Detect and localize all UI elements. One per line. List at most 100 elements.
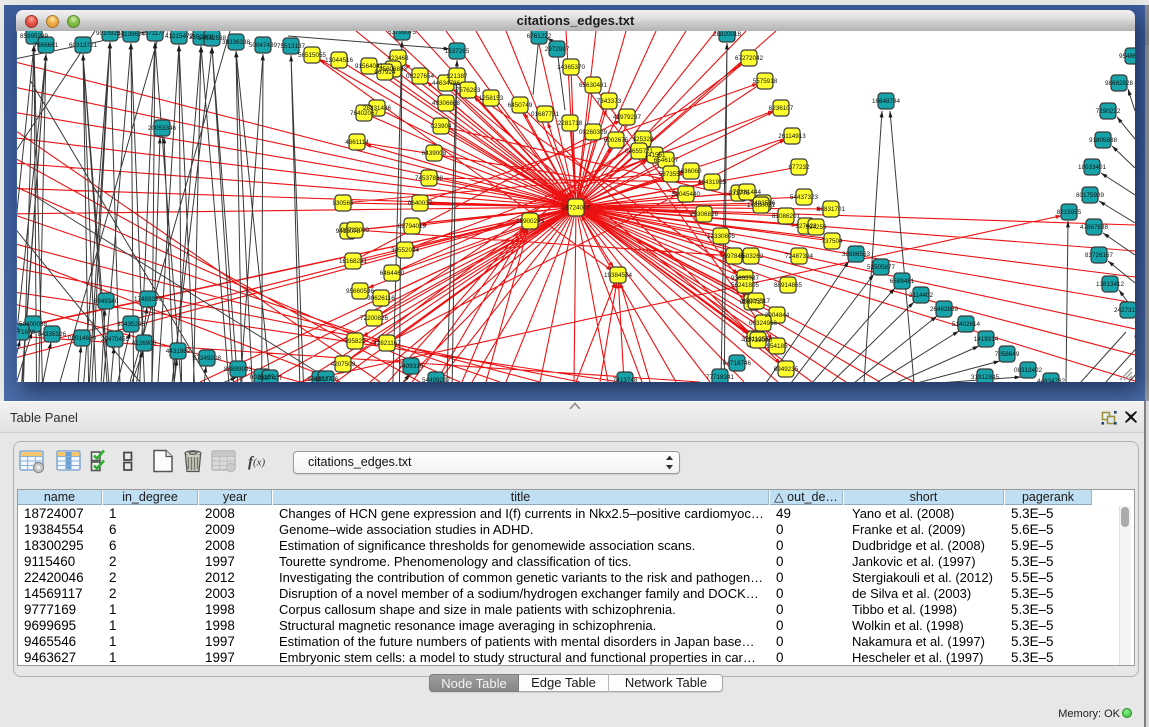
svg-text:7866661: 7866661 <box>34 42 59 49</box>
svg-text:80175989: 80175989 <box>1076 192 1105 199</box>
svg-text:5503262: 5503262 <box>739 253 764 260</box>
svg-text:59045440: 59045440 <box>672 191 701 198</box>
svg-text:00324966: 00324966 <box>749 320 778 327</box>
svg-text:125328: 125328 <box>632 136 654 143</box>
svg-text:26462889: 26462889 <box>930 306 959 313</box>
svg-text:6236107: 6236107 <box>769 105 794 112</box>
svg-text:995822: 995822 <box>344 338 366 345</box>
svg-text:31912845: 31912845 <box>971 374 1000 381</box>
svg-text:24273167: 24273167 <box>1114 307 1135 314</box>
svg-text:65925517: 65925517 <box>742 298 771 305</box>
svg-text:77718341: 77718341 <box>706 374 735 381</box>
svg-text:6450749: 6450749 <box>508 102 533 109</box>
svg-text:4431982: 4431982 <box>166 348 191 355</box>
svg-text:08227654: 08227654 <box>406 73 435 80</box>
svg-text:65630481: 65630481 <box>579 82 608 89</box>
svg-text:6439008: 6439008 <box>422 150 447 157</box>
svg-text:7290222: 7290222 <box>1096 108 1121 115</box>
svg-text:67272042: 67272042 <box>735 55 764 62</box>
svg-text:72200826: 72200826 <box>360 315 389 322</box>
svg-text:98682828: 98682828 <box>1105 80 1134 87</box>
svg-text:54499207: 54499207 <box>422 377 451 382</box>
svg-text:82889093: 82889093 <box>224 366 253 373</box>
svg-text:19384554: 19384554 <box>604 272 633 279</box>
svg-text:02014620: 02014620 <box>68 335 97 342</box>
svg-text:29306826: 29306826 <box>690 211 719 218</box>
svg-text:28820018: 28820018 <box>713 31 742 38</box>
svg-text:95660536: 95660536 <box>346 288 375 295</box>
svg-text:13613412: 13613412 <box>1096 281 1125 288</box>
svg-text:3114402: 3114402 <box>909 292 934 299</box>
svg-text:16648784: 16648784 <box>872 98 901 105</box>
svg-text:2281718: 2281718 <box>558 120 583 127</box>
svg-text:1637265: 1637265 <box>445 48 470 55</box>
svg-text:6002675: 6002675 <box>604 137 629 144</box>
svg-text:09260309: 09260309 <box>579 129 608 136</box>
svg-text:81086201: 81086201 <box>772 213 801 220</box>
svg-text:17483380: 17483380 <box>134 296 163 303</box>
svg-text:30435205: 30435205 <box>117 321 146 328</box>
svg-text:423468: 423468 <box>387 55 409 62</box>
svg-text:677232: 677232 <box>788 164 810 171</box>
svg-text:54437323: 54437323 <box>790 194 819 201</box>
svg-text:954185: 954185 <box>766 343 788 350</box>
svg-text:12330805: 12330805 <box>707 233 736 240</box>
svg-text:7576283: 7576283 <box>456 87 481 94</box>
svg-text:4861114: 4861114 <box>345 139 369 146</box>
svg-text:44634786: 44634786 <box>432 80 461 87</box>
svg-text:82794019: 82794019 <box>398 223 427 230</box>
svg-text:85995289: 85995289 <box>20 33 49 40</box>
svg-text:51505877: 51505877 <box>867 264 896 271</box>
svg-text:88914865: 88914865 <box>774 282 803 289</box>
svg-text:6464460: 6464460 <box>380 270 405 277</box>
svg-text:6849340: 6849340 <box>94 298 119 305</box>
svg-text:221387: 221387 <box>446 73 468 80</box>
svg-text:17880021: 17880021 <box>747 202 776 209</box>
svg-text:0640037: 0640037 <box>408 200 433 207</box>
svg-text:737504: 737504 <box>821 238 843 245</box>
svg-text:30552034: 30552034 <box>391 247 420 254</box>
svg-text:95486205: 95486205 <box>1119 53 1135 60</box>
svg-text:20053346: 20053346 <box>148 125 177 132</box>
svg-text:023904: 023904 <box>430 123 452 130</box>
svg-text:56515055: 56515055 <box>298 52 327 59</box>
svg-text:32686563: 32686563 <box>842 251 871 258</box>
svg-text:04718746: 04718746 <box>723 360 752 367</box>
svg-text:6949235: 6949235 <box>774 366 799 373</box>
svg-text:72487394: 72487394 <box>785 253 814 260</box>
svg-text:10431955: 10431955 <box>698 179 727 186</box>
svg-text:15900293: 15900293 <box>516 218 545 225</box>
svg-text:75513137: 75513137 <box>277 43 306 50</box>
svg-text:84335326: 84335326 <box>38 331 67 338</box>
svg-text:14365370: 14365370 <box>557 64 586 71</box>
svg-text:6589481: 6589481 <box>890 278 915 285</box>
svg-text:42821167: 42821167 <box>373 340 401 347</box>
svg-text:50400088: 50400088 <box>19 321 48 328</box>
svg-text:(x): (x) <box>253 457 266 469</box>
svg-text:636060: 636060 <box>680 168 702 175</box>
svg-text:4333776: 4333776 <box>314 376 339 382</box>
svg-text:1419314: 1419314 <box>974 336 999 343</box>
svg-text:13044516: 13044516 <box>325 57 354 64</box>
svg-text:41979237: 41979237 <box>613 114 642 121</box>
svg-text:6546107: 6546107 <box>654 157 679 164</box>
svg-text:08312402: 08312402 <box>1014 367 1043 374</box>
svg-text:76402067: 76402067 <box>350 110 379 117</box>
svg-text:7409319: 7409319 <box>399 363 424 370</box>
svg-text:01687731: 01687731 <box>531 111 560 118</box>
svg-text:2904844: 2904844 <box>765 312 790 319</box>
svg-text:1258153: 1258153 <box>479 95 504 102</box>
svg-text:93665787: 93665787 <box>731 275 760 282</box>
svg-text:50047439: 50047439 <box>249 42 278 49</box>
svg-text:4207509: 4207509 <box>331 361 356 368</box>
svg-text:56241805: 56241805 <box>731 282 760 289</box>
svg-text:91805888: 91805888 <box>1089 137 1118 144</box>
svg-text:6761222: 6761222 <box>527 33 552 40</box>
svg-text:22470455: 22470455 <box>101 336 130 343</box>
svg-text:22032711: 22032711 <box>17 327 20 334</box>
svg-text:8215955: 8215955 <box>1057 209 1082 216</box>
svg-text:16168281: 16168281 <box>339 258 368 265</box>
svg-text:57249208: 57249208 <box>193 355 222 362</box>
svg-text:7413748: 7413748 <box>613 377 638 382</box>
svg-text:7343373: 7343373 <box>597 98 622 105</box>
